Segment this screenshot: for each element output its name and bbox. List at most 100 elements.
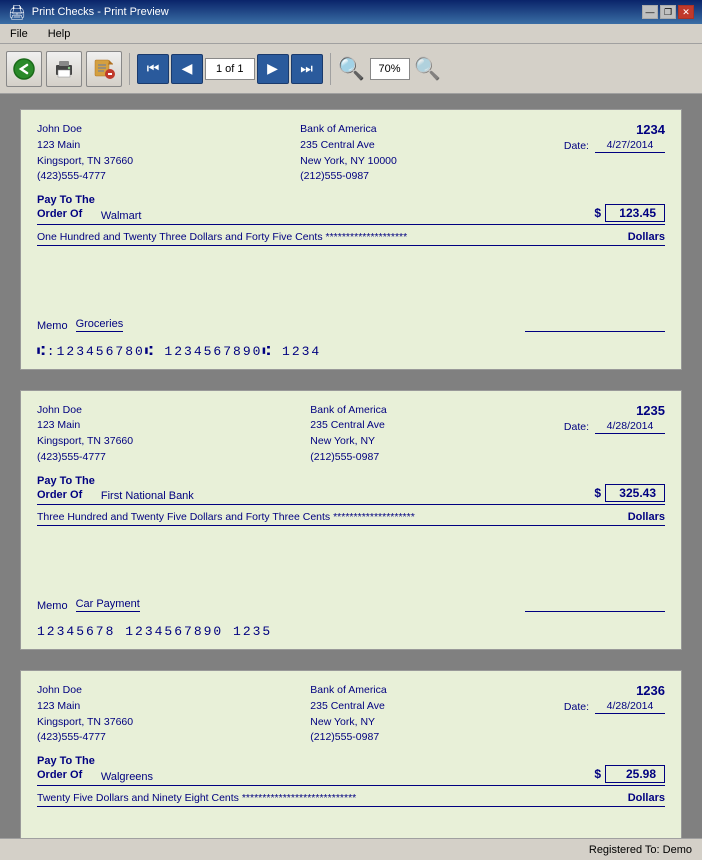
bank-address: 235 Central Ave: [300, 138, 397, 154]
dollars-row: One Hundred and Twenty Three Dollars and…: [37, 229, 665, 246]
print-icon: [52, 57, 76, 81]
title-bar: 🖨 Print Checks - Print Preview — ❐ ✕: [0, 0, 702, 24]
dollars-row: Twenty Five Dollars and Ninety Eight Cen…: [37, 790, 665, 807]
menu-help[interactable]: Help: [42, 27, 77, 41]
memo-group: Memo Groceries: [37, 318, 123, 332]
first-page-button[interactable]: ⏮: [137, 54, 169, 84]
date-value: 4/28/2014: [595, 420, 665, 434]
check-middle: [37, 815, 665, 838]
status-text: Registered To: Demo: [589, 844, 692, 856]
check-1: John Doe 123 Main Kingsport, TN 37660 (4…: [20, 109, 682, 370]
options-icon: [92, 57, 116, 81]
signature-line: [525, 331, 665, 332]
check-date-row: Date: 4/27/2014: [564, 139, 665, 153]
check-number-date: 1234 Date: 4/27/2014: [564, 122, 665, 185]
pay-to-label: Pay To TheOrder Of: [37, 474, 95, 503]
pay-to-amount: $ 25.98: [594, 765, 665, 783]
dollar-sign: $: [594, 206, 601, 220]
prev-page-button[interactable]: ◀: [171, 54, 203, 84]
date-label: Date:: [564, 421, 589, 433]
signature-line: [525, 611, 665, 612]
dollar-sign: $: [594, 767, 601, 781]
from-name: John Doe: [37, 683, 133, 699]
bank-phone: (212)555-0987: [300, 169, 397, 185]
close-button[interactable]: ✕: [678, 5, 694, 19]
date-value: 4/28/2014: [595, 700, 665, 714]
check-number: 1236: [564, 683, 665, 698]
last-page-button[interactable]: ⏭: [291, 54, 323, 84]
payee: Walmart: [101, 210, 594, 222]
bank-phone: (212)555-0987: [310, 450, 386, 466]
print-button[interactable]: [46, 51, 82, 87]
pay-to-row: Pay To TheOrder Of Walgreens $ 25.98: [37, 754, 665, 786]
check-bank: Bank of America 235 Central Ave New York…: [300, 122, 397, 185]
pay-to-row: Pay To TheOrder Of Walmart $ 123.45: [37, 193, 665, 225]
from-phone: (423)555-4777: [37, 169, 133, 185]
check-middle: [37, 534, 665, 594]
back-icon: [13, 58, 35, 80]
menu-bar: File Help: [0, 24, 702, 44]
check-from: John Doe 123 Main Kingsport, TN 37660 (4…: [37, 683, 133, 746]
check-bank: Bank of America 235 Central Ave New York…: [310, 403, 386, 466]
check-header: John Doe 123 Main Kingsport, TN 37660 (4…: [37, 403, 665, 466]
date-label: Date:: [564, 701, 589, 713]
from-name: John Doe: [37, 403, 133, 419]
from-address: 123 Main: [37, 699, 133, 715]
pay-to-row: Pay To TheOrder Of First National Bank $…: [37, 474, 665, 506]
options-button[interactable]: [86, 51, 122, 87]
bank-city: New York, NY: [310, 715, 386, 731]
menu-file[interactable]: File: [4, 27, 34, 41]
bank-name: Bank of America: [300, 122, 397, 138]
check-header: John Doe 123 Main Kingsport, TN 37660 (4…: [37, 122, 665, 185]
amount: 123.45: [605, 204, 665, 222]
pay-to-amount: $ 123.45: [594, 204, 665, 222]
zoom-out-button[interactable]: 🔍: [414, 55, 442, 83]
pay-to-amount: $ 325.43: [594, 484, 665, 502]
date-value: 4/27/2014: [595, 139, 665, 153]
amount-words: Three Hundred and Twenty Five Dollars an…: [37, 511, 620, 523]
bank-city: New York, NY 10000: [300, 154, 397, 170]
separator-2: [330, 53, 331, 85]
nav-group: ⏮ ◀ 1 of 1 ▶ ⏭: [137, 54, 323, 84]
pay-to-label: Pay To TheOrder Of: [37, 754, 95, 783]
dollars-label: Dollars: [628, 511, 665, 523]
check-number-date: 1236 Date: 4/28/2014: [564, 683, 665, 746]
dollars-row: Three Hundred and Twenty Five Dollars an…: [37, 509, 665, 526]
micr-line: ⑆:123456780⑆ 1234567890⑆ 1234: [37, 340, 665, 359]
app-logo-icon: 🖨: [8, 4, 26, 21]
page-indicator: 1 of 1: [205, 58, 255, 80]
check-from: John Doe 123 Main Kingsport, TN 37660 (4…: [37, 403, 133, 466]
title-bar-buttons: — ❐ ✕: [642, 5, 694, 19]
memo-group: Memo Car Payment: [37, 598, 140, 612]
zoom-in-button[interactable]: 🔍: [338, 55, 366, 83]
check-number: 1235: [564, 403, 665, 418]
dollar-sign: $: [594, 486, 601, 500]
check-header: John Doe 123 Main Kingsport, TN 37660 (4…: [37, 683, 665, 746]
check-number-date: 1235 Date: 4/28/2014: [564, 403, 665, 466]
check-3: John Doe 123 Main Kingsport, TN 37660 (4…: [20, 670, 682, 838]
main-area: John Doe 123 Main Kingsport, TN 37660 (4…: [0, 94, 702, 838]
back-button[interactable]: [6, 51, 42, 87]
next-page-button[interactable]: ▶: [257, 54, 289, 84]
check-middle: [37, 254, 665, 314]
separator-1: [129, 53, 130, 85]
bank-address: 235 Central Ave: [310, 418, 386, 434]
bank-city: New York, NY: [310, 434, 386, 450]
amount: 25.98: [605, 765, 665, 783]
window-title: Print Checks - Print Preview: [32, 6, 169, 18]
check-bank: Bank of America 235 Central Ave New York…: [310, 683, 386, 746]
amount-words: One Hundred and Twenty Three Dollars and…: [37, 231, 620, 243]
memo-label: Memo: [37, 320, 68, 332]
scroll-area[interactable]: John Doe 123 Main Kingsport, TN 37660 (4…: [0, 94, 702, 838]
restore-button[interactable]: ❐: [660, 5, 676, 19]
check-from: John Doe 123 Main Kingsport, TN 37660 (4…: [37, 122, 133, 185]
from-city: Kingsport, TN 37660: [37, 434, 133, 450]
bank-name: Bank of America: [310, 403, 386, 419]
check-number: 1234: [564, 122, 665, 137]
payee: First National Bank: [101, 490, 594, 502]
check-date-row: Date: 4/28/2014: [564, 420, 665, 434]
minimize-button[interactable]: —: [642, 5, 658, 19]
micr-line: 12345678 1234567890 1235: [37, 620, 665, 639]
toolbar: ⏮ ◀ 1 of 1 ▶ ⏭ 🔍 70% 🔍: [0, 44, 702, 94]
bank-name: Bank of America: [310, 683, 386, 699]
